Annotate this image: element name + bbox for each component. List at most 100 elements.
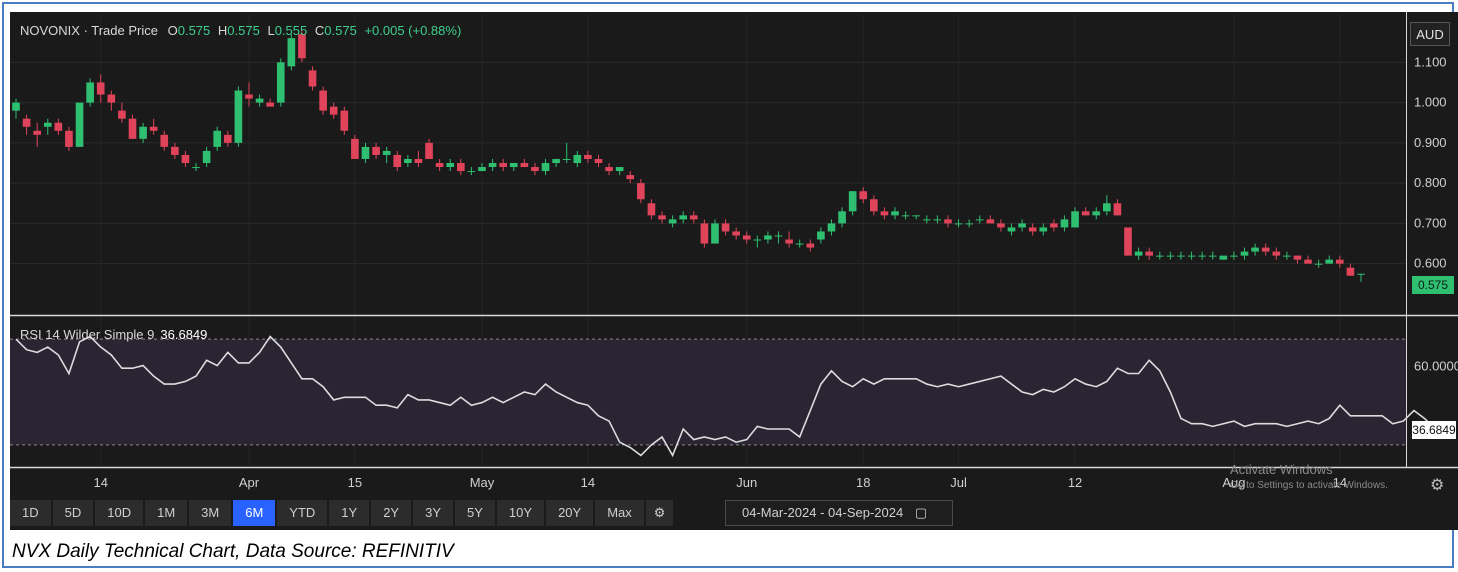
close-key: C <box>314 23 325 38</box>
candle-body <box>827 223 836 232</box>
candle-body <box>721 223 730 232</box>
candle-body <box>859 191 868 200</box>
price-tick-label: 0.900 <box>1414 135 1447 150</box>
candle-body <box>171 146 179 155</box>
timeframe-button-5y[interactable]: 5Y <box>455 500 495 526</box>
candle-body <box>96 82 105 95</box>
date-separator: - <box>820 505 825 520</box>
candle-body <box>1336 259 1344 264</box>
candle-body <box>817 231 825 240</box>
candle-body <box>1187 255 1196 257</box>
candle-body <box>499 163 507 168</box>
rsi-value: 36.6849 <box>160 327 208 342</box>
candle-body <box>1103 203 1111 212</box>
candle-body <box>1028 227 1037 232</box>
timeframe-button-6m[interactable]: 6M <box>233 500 276 526</box>
price-tick-label: 0.800 <box>1414 175 1447 190</box>
candle-body <box>922 219 931 221</box>
candle-body <box>785 239 793 244</box>
candle-body <box>732 231 740 236</box>
candle-body <box>912 215 921 217</box>
timeframe-settings-gear-icon[interactable]: ⚙ <box>645 500 674 526</box>
candle-body <box>541 163 550 172</box>
date-range-picker[interactable]: 04-Mar-2024 - 04-Sep-2024 ▢ <box>725 500 953 526</box>
timeframe-button-3m[interactable]: 3M <box>189 500 232 526</box>
candle-body <box>562 158 571 160</box>
candle-body <box>1261 247 1270 252</box>
candle-body <box>372 146 380 155</box>
price-tick-label: 1.100 <box>1414 54 1447 69</box>
candle-body <box>22 118 31 127</box>
time-tick-label: May <box>470 475 495 490</box>
candle-body <box>1081 211 1090 216</box>
high-value: 0.575 <box>227 23 260 38</box>
candle-body <box>202 150 211 163</box>
close-value: 0.575 <box>324 23 357 38</box>
candle-body <box>700 223 709 244</box>
candle-body <box>54 122 63 131</box>
watermark-title: Activate Windows <box>1230 462 1333 477</box>
candle-body <box>901 215 910 217</box>
rsi-label: RSI 14 Wilder Simple 9 <box>20 327 155 342</box>
candle-body <box>1283 255 1291 257</box>
candle-body <box>1092 211 1101 216</box>
settings-gear-icon[interactable]: ⚙ <box>1430 475 1444 495</box>
time-tick-label: Jun <box>736 475 757 490</box>
last-price-badge: 0.575 <box>1412 276 1454 294</box>
rsi-legend: RSI 14 Wilder Simple 9 36.6849 <box>20 327 207 342</box>
rsi-badge: 36.6849 <box>1412 421 1456 439</box>
timeframe-button-2y[interactable]: 2Y <box>371 500 412 526</box>
time-tick-label: 14 <box>93 475 107 490</box>
timeframe-button-1m[interactable]: 1M <box>145 500 188 526</box>
candle-body <box>351 138 359 159</box>
timeframe-button-5d[interactable]: 5D <box>52 500 94 526</box>
calendar-icon[interactable]: ▢ <box>915 505 927 520</box>
candle-body <box>1293 255 1302 260</box>
candle-body <box>1346 267 1355 276</box>
candle-body <box>795 243 804 245</box>
candle-body <box>986 219 995 224</box>
candle-body <box>1007 227 1016 232</box>
candle-body <box>1357 273 1365 275</box>
candle-body <box>287 38 296 67</box>
candle-body <box>75 102 84 147</box>
candle-body <box>446 163 455 168</box>
candle-body <box>764 235 772 240</box>
timeframe-button-1y[interactable]: 1Y <box>329 500 370 526</box>
candle-body <box>1145 251 1154 256</box>
timeframe-button-3y[interactable]: 3Y <box>413 500 454 526</box>
candle-body <box>43 122 52 127</box>
candle-layer <box>12 30 1365 282</box>
timeframe-button-10y[interactable]: 10Y <box>496 500 545 526</box>
candle-body <box>848 191 857 212</box>
candle-body <box>838 211 846 224</box>
candle-body <box>276 62 285 103</box>
timeframe-button-ytd[interactable]: YTD <box>277 500 328 526</box>
candle-body <box>997 223 1005 228</box>
candle-body <box>414 158 423 163</box>
candle-body <box>1314 263 1323 265</box>
time-tick-label: 14 <box>581 475 595 490</box>
currency-selector[interactable]: AUD <box>1410 22 1450 46</box>
timeframe-button-1d[interactable]: 1D <box>10 500 51 526</box>
timeframe-button-max[interactable]: Max <box>595 500 644 526</box>
candle-body <box>308 70 317 87</box>
open-key: O <box>167 23 178 38</box>
open-value: 0.575 <box>177 23 211 38</box>
timeframe-button-10d[interactable]: 10D <box>95 500 144 526</box>
watermark-sub: Go to Settings to activate Windows. <box>1230 480 1388 491</box>
candle-body <box>774 235 783 237</box>
date-to: 04-Sep-2024 <box>828 505 904 520</box>
candle-body <box>742 235 751 240</box>
candle-body <box>181 154 190 163</box>
candle-body <box>1219 255 1228 260</box>
candle-body <box>33 130 41 135</box>
candle-body <box>435 163 444 168</box>
candle-body <box>393 154 402 168</box>
timeframe-bar: 1D 5D 10D 1M 3M 6M YTD 1Y 2Y 3Y 5Y 10Y 20Y Max ⚙ <box>10 500 674 526</box>
timeframe-button-20y[interactable]: 20Y <box>546 500 594 526</box>
candle-body <box>615 167 624 172</box>
candle-body <box>128 118 137 139</box>
candle-body <box>361 146 370 159</box>
candle-body <box>880 211 889 216</box>
